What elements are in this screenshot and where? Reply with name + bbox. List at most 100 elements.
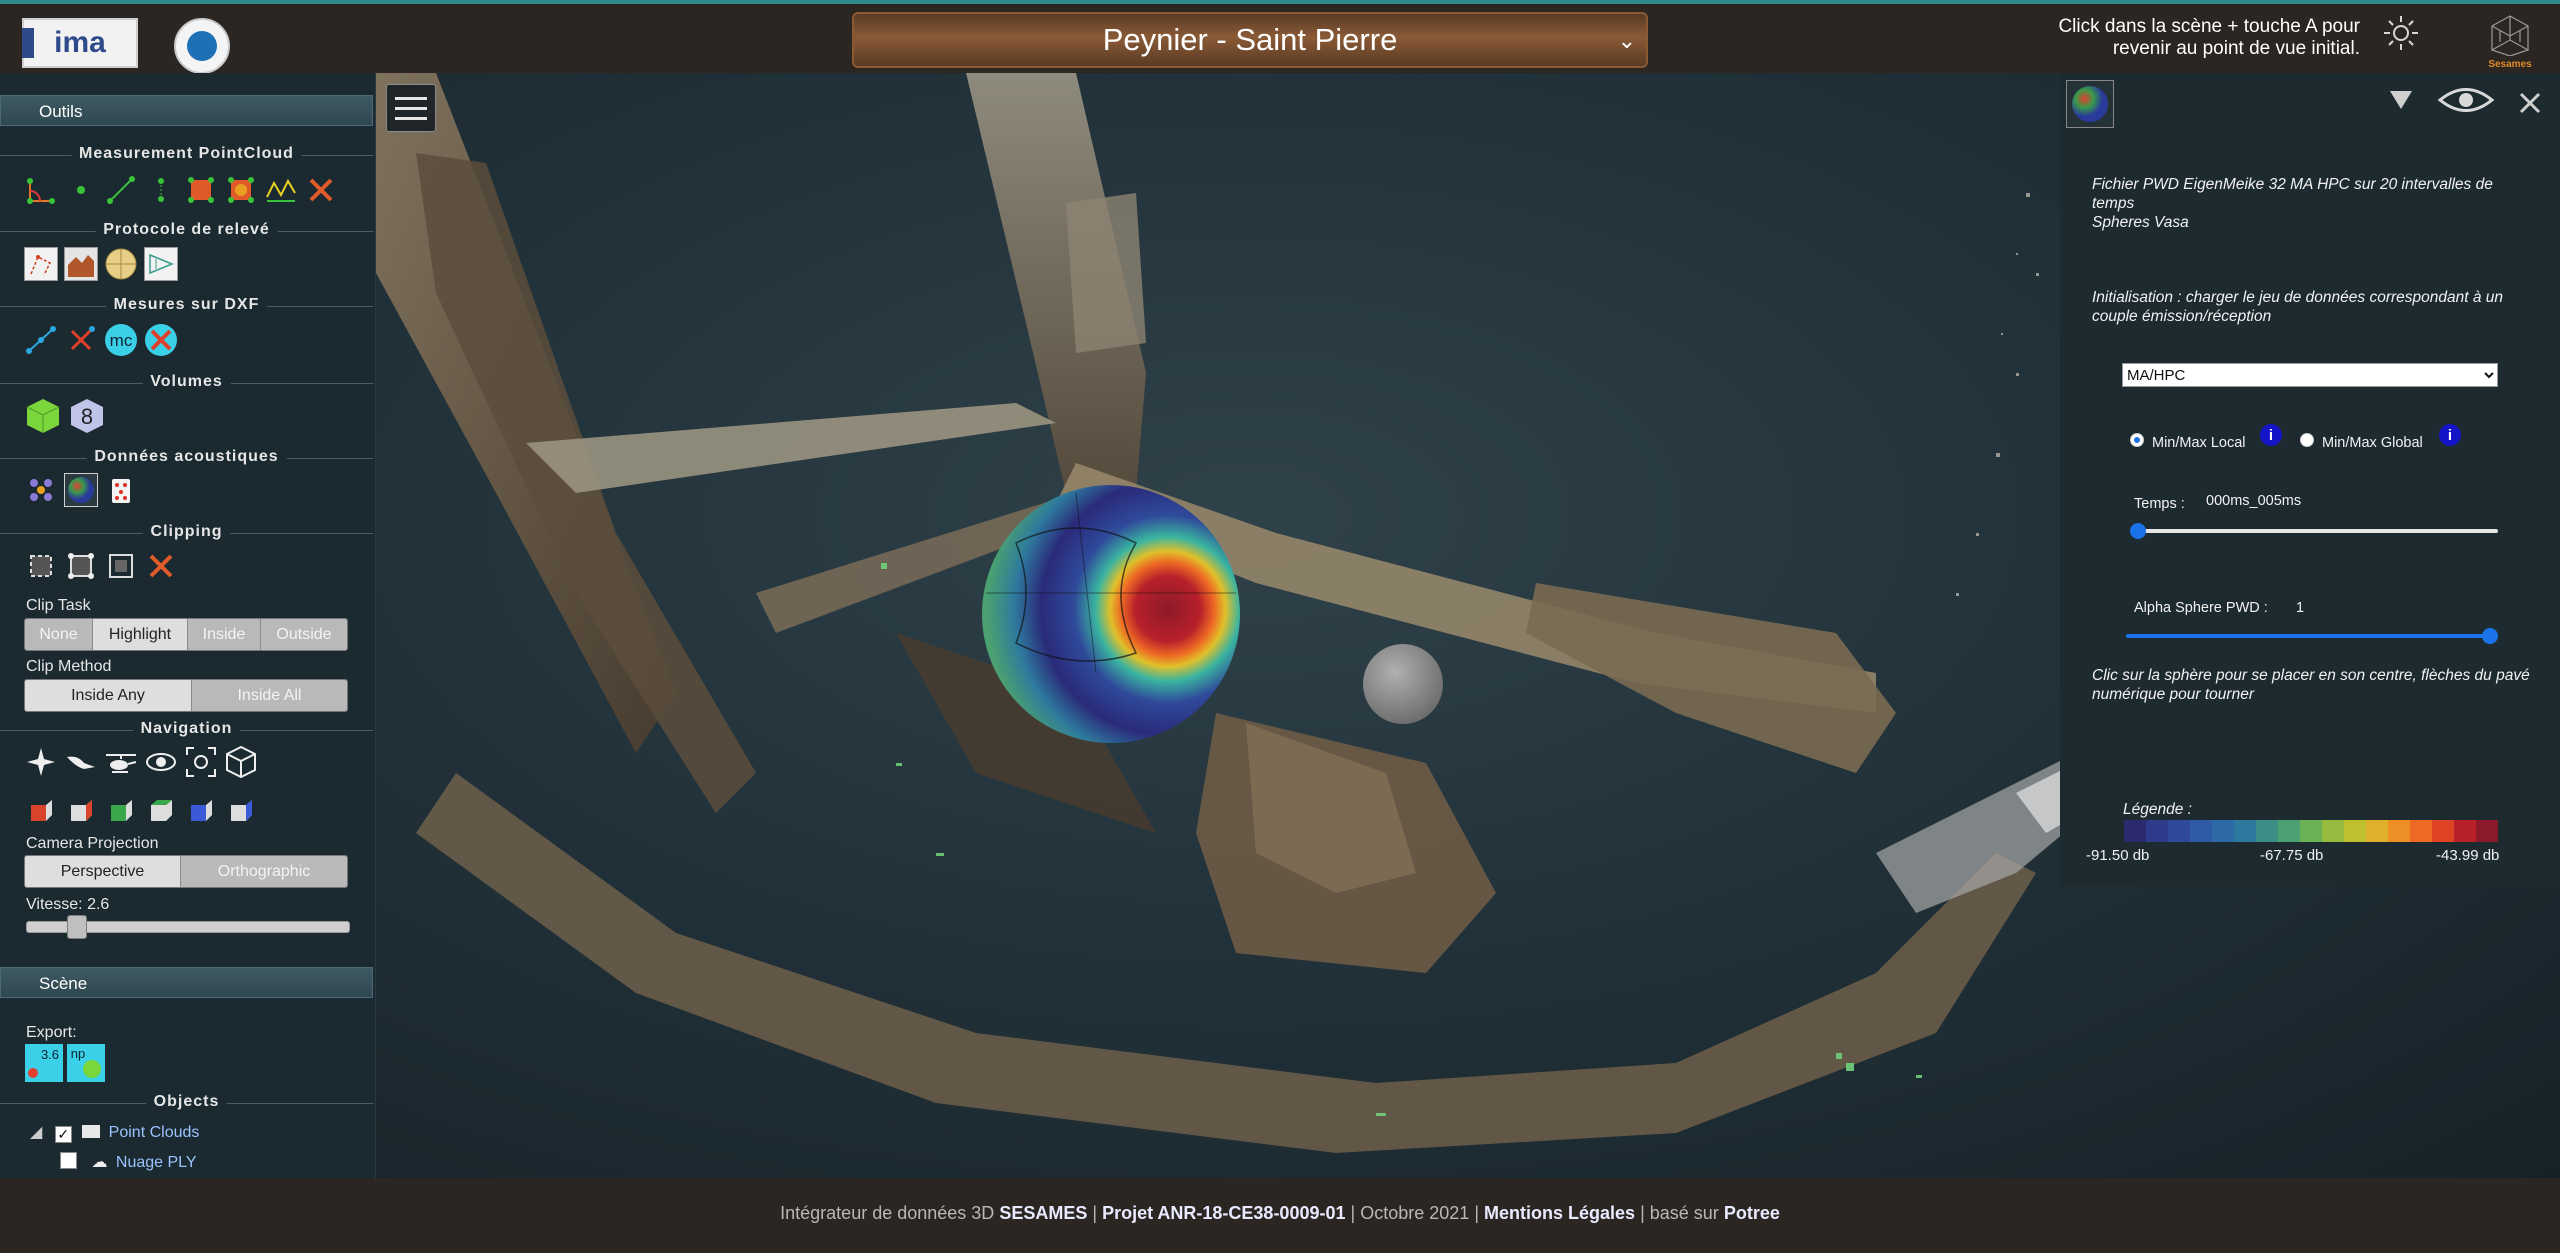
pwd-sphere-icon[interactable]	[64, 473, 98, 507]
dataset-select[interactable]: MA/HPC	[2122, 363, 2498, 387]
angle-tool-icon[interactable]	[24, 173, 58, 207]
clip-polygon-icon[interactable]	[64, 549, 98, 583]
survey-profile-icon[interactable]	[64, 247, 98, 281]
volume-box-icon[interactable]	[24, 397, 62, 435]
clip-method-inside-any[interactable]: Inside Any	[25, 680, 192, 711]
remove-clipping-icon[interactable]	[144, 549, 178, 583]
footer-sesames-link[interactable]: SESAMES	[999, 1203, 1087, 1223]
survey-grid-icon[interactable]	[104, 247, 138, 281]
right-view-icon[interactable]	[144, 793, 178, 827]
pwd-panel-thumbnail[interactable]	[2066, 80, 2114, 128]
legend-swatch	[2212, 820, 2234, 842]
sun-icon[interactable]	[2382, 14, 2420, 52]
dxf-section-header: Mesures sur DXF	[0, 296, 373, 316]
volume-tool-icon[interactable]	[224, 173, 258, 207]
time-slider[interactable]	[2132, 529, 2498, 533]
tools-accordion-header[interactable]: Outils	[0, 95, 373, 126]
earth-control-icon[interactable]	[24, 745, 58, 779]
navigation-section-title: Navigation	[132, 720, 241, 738]
tree-root-label[interactable]: Point Clouds	[109, 1124, 200, 1141]
measurement-section-title: Measurement PointCloud	[71, 145, 302, 163]
receiver-icon[interactable]	[104, 473, 138, 507]
range-local-radio[interactable]	[2130, 433, 2144, 447]
scene-accordion-header[interactable]: Scène	[0, 967, 373, 998]
reset-view-hint: Click dans la scène + touche A pour reve…	[2058, 16, 2360, 59]
projection-orthographic[interactable]: Orthographic	[181, 856, 347, 887]
range-local-label: Min/Max Local	[2152, 435, 2246, 451]
projection-perspective[interactable]: Perspective	[25, 856, 181, 887]
site-select[interactable]: Peynier - Saint Pierre ⌄	[852, 12, 1648, 68]
area-tool-icon[interactable]	[184, 173, 218, 207]
alpha-slider[interactable]	[2126, 634, 2498, 638]
orbit-control-icon[interactable]	[144, 745, 178, 779]
survey-path-icon[interactable]	[24, 247, 58, 281]
clip-task-highlight[interactable]: Highlight	[93, 619, 188, 650]
init-description: Initialisation : charger le jeu de donné…	[2092, 289, 2504, 325]
tree-expand-icon[interactable]: ◢	[30, 1124, 42, 1141]
protocole-toolbar	[24, 247, 178, 281]
partner-logo[interactable]	[174, 18, 230, 74]
front-view-icon[interactable]	[64, 793, 98, 827]
dxf-mc-remove-icon[interactable]	[144, 323, 178, 357]
chevron-down-icon: ⌄	[1617, 28, 1636, 53]
footer-prefix: Intégrateur de données 3D	[780, 1203, 995, 1223]
footer-sep-1: |	[1092, 1203, 1098, 1223]
export-geojson-icon[interactable]: 3.6	[24, 1043, 64, 1083]
tree-root[interactable]: ◢ ✓ Point Clouds	[30, 1122, 199, 1143]
range-global-radio[interactable]	[2300, 433, 2314, 447]
building-sketch-icon	[2490, 15, 2530, 57]
tree-child-label[interactable]: Nuage PLY	[116, 1154, 197, 1171]
navigation-cube-icon[interactable]	[224, 745, 258, 779]
collapse-triangle-icon[interactable]	[2388, 89, 2414, 116]
back-view-icon[interactable]	[184, 793, 218, 827]
clip-task-inside[interactable]: Inside	[188, 619, 261, 650]
left-view-icon[interactable]	[24, 793, 58, 827]
range-local-info-icon[interactable]: i	[2260, 424, 2282, 446]
sesames-logo[interactable]: Sesames	[2480, 12, 2540, 70]
tree-child-checkbox[interactable]	[60, 1152, 77, 1169]
volumes-section-title: Volumes	[142, 373, 231, 391]
volumes-section-header: Volumes	[0, 373, 373, 393]
footer-mentions-link[interactable]: Mentions Légales	[1484, 1203, 1635, 1223]
clipping-section-header: Clipping	[0, 523, 373, 543]
culture-imag-logo[interactable]: ima	[22, 18, 138, 68]
export-dxf-icon[interactable]: np	[66, 1043, 106, 1083]
distance-tool-icon[interactable]	[104, 173, 138, 207]
volume-count-icon[interactable]: 8	[68, 397, 106, 435]
microphone-array-icon[interactable]	[24, 473, 58, 507]
tree-root-checkbox[interactable]: ✓	[54, 1126, 72, 1143]
speed-slider-handle[interactable]	[66, 915, 87, 939]
survey-view-icon[interactable]	[144, 247, 178, 281]
clip-task-outside[interactable]: Outside	[261, 619, 347, 650]
clip-task-none[interactable]: None	[25, 619, 93, 650]
eye-icon[interactable]	[2437, 85, 2495, 120]
point-tool-icon[interactable]	[64, 173, 98, 207]
time-label: Temps :	[2134, 496, 2185, 512]
clip-box-icon[interactable]	[104, 549, 138, 583]
range-global-info-icon[interactable]: i	[2439, 424, 2461, 446]
helicopter-control-icon[interactable]	[104, 745, 138, 779]
clip-volume-icon[interactable]	[24, 549, 58, 583]
footer-potree-link[interactable]: Potree	[1724, 1203, 1780, 1223]
top-view-icon[interactable]	[104, 793, 138, 827]
height-tool-icon[interactable]	[144, 173, 178, 207]
clip-method-inside-all[interactable]: Inside All	[192, 680, 347, 711]
tree-child[interactable]: ☁ Nuage PLY	[60, 1152, 197, 1172]
focus-icon[interactable]	[184, 745, 218, 779]
hamburger-menu-button[interactable]	[386, 84, 436, 132]
remove-measurements-icon[interactable]	[304, 173, 338, 207]
dxf-remove-icon[interactable]	[64, 323, 98, 357]
dxf-mc-icon[interactable]: mc	[104, 323, 138, 357]
fly-control-icon[interactable]	[64, 745, 98, 779]
legend-swatch	[2168, 820, 2190, 842]
footer-projet-link[interactable]: Projet ANR-18-CE38-0009-01	[1102, 1203, 1345, 1223]
profile-tool-icon[interactable]	[264, 173, 298, 207]
alpha-slider-handle[interactable]	[2482, 628, 2498, 644]
close-icon[interactable]	[2518, 91, 2542, 120]
dxf-distance-icon[interactable]	[24, 323, 58, 357]
time-slider-handle[interactable]	[2130, 523, 2146, 539]
bottom-view-icon[interactable]	[224, 793, 258, 827]
colormap-legend	[2124, 820, 2498, 842]
volumes-toolbar: 8	[24, 397, 106, 435]
dxf-mc-label: mc	[110, 331, 133, 350]
